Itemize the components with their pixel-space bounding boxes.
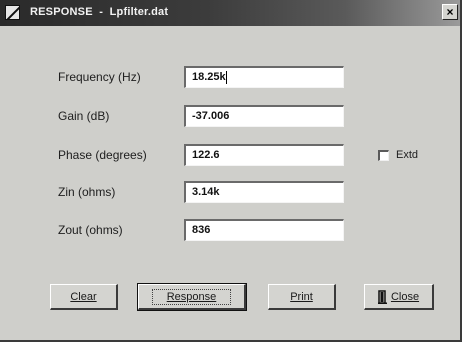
zout-label: Zout (ohms)	[58, 223, 123, 237]
frequency-field[interactable]: 18.25k	[184, 66, 344, 88]
gain-label: Gain (dB)	[58, 109, 110, 123]
extd-label: Extd	[396, 149, 419, 161]
frequency-value: 18.25k	[192, 71, 226, 83]
response-button-focus: Response	[151, 288, 232, 305]
door-icon	[377, 289, 387, 304]
close-button[interactable]: Close	[364, 284, 434, 310]
gain-field[interactable]: -37.006	[184, 105, 344, 127]
phase-field[interactable]: 122.6	[184, 144, 344, 166]
response-button[interactable]: Response	[137, 283, 247, 311]
extd-option[interactable]: Extd	[378, 148, 418, 162]
extd-checkbox[interactable]	[378, 149, 389, 161]
title-bar[interactable]: RESPONSE - Lpfilter.dat ×	[0, 0, 460, 26]
clear-button[interactable]: Clear	[50, 284, 118, 310]
zout-field[interactable]: 836	[184, 219, 344, 241]
zin-label: Zin (ohms)	[58, 185, 116, 199]
print-button[interactable]: Print	[268, 284, 336, 310]
app-icon	[5, 5, 20, 20]
text-caret	[225, 70, 227, 84]
clear-button-label: Clear	[70, 290, 97, 303]
response-button-label: Response	[166, 290, 217, 303]
zin-field[interactable]: 3.14k	[184, 181, 344, 203]
frequency-label: Frequency (Hz)	[58, 70, 141, 84]
print-button-label: Print	[290, 290, 313, 303]
close-button-label: Close	[390, 290, 420, 303]
phase-label: Phase (degrees)	[58, 148, 147, 162]
window-title: RESPONSE - Lpfilter.dat	[30, 6, 169, 18]
close-window-icon[interactable]: ×	[442, 4, 458, 20]
response-dialog: RESPONSE - Lpfilter.dat × Frequency (Hz)…	[0, 0, 462, 342]
